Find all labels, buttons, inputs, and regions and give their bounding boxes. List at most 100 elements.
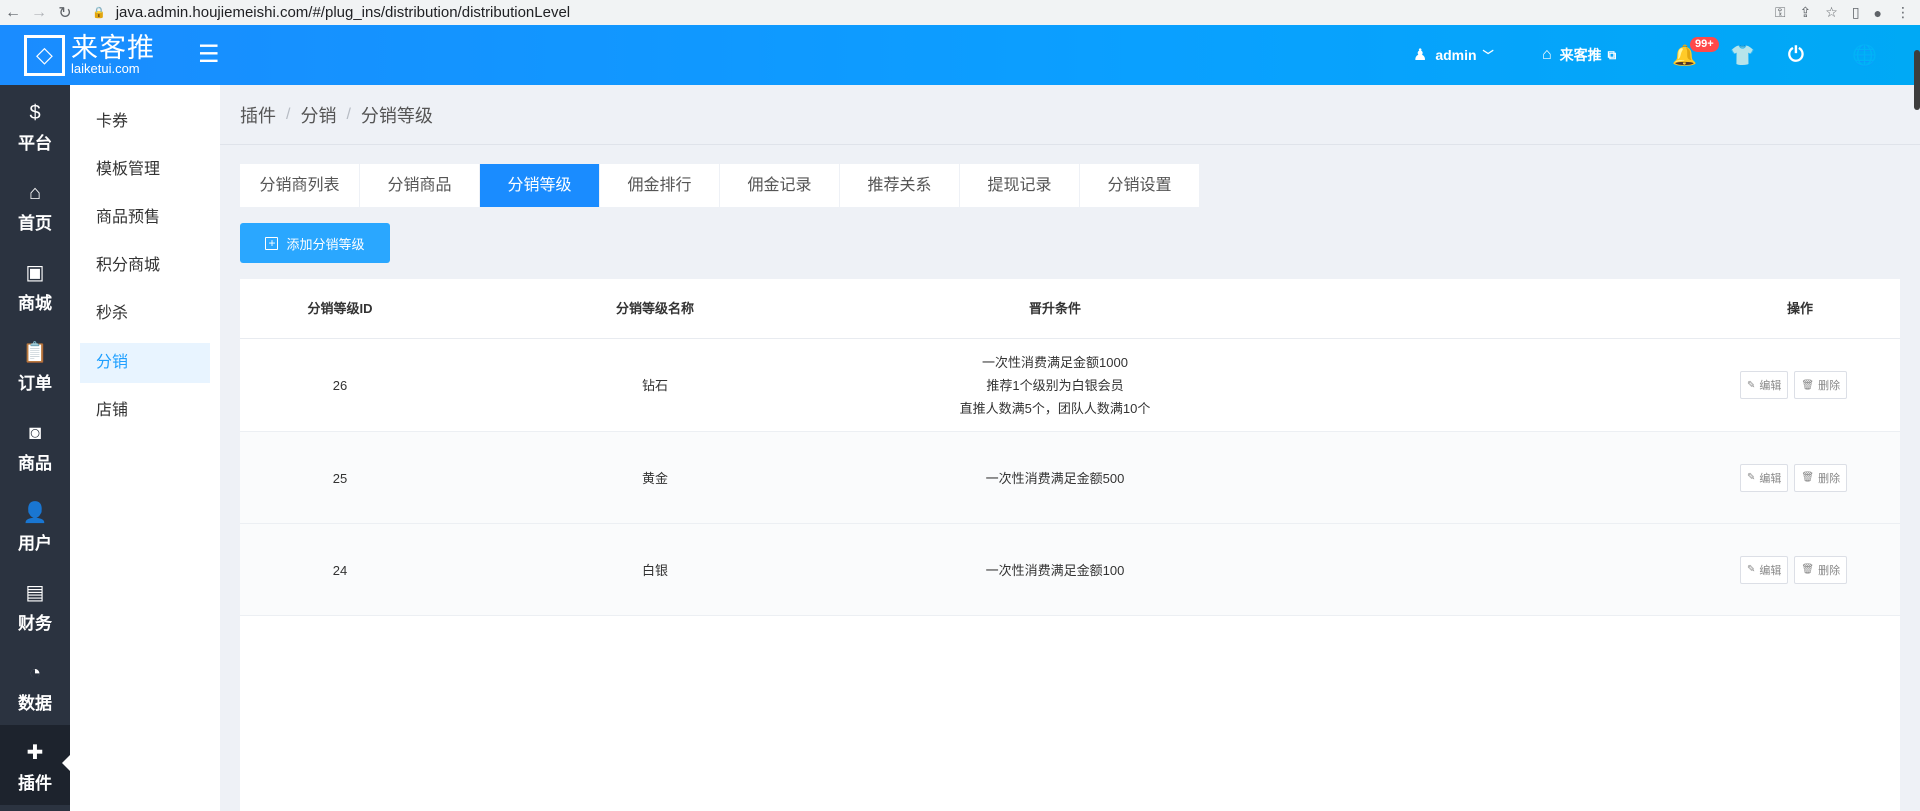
nav-home[interactable]: ⌂ 首页 (0, 165, 70, 245)
tab-withdrawal-records[interactable]: 提现记录 (960, 164, 1080, 207)
profile-icon[interactable]: ● (1874, 5, 1882, 21)
promotion-conditions: 一次性消费满足金额500 (555, 432, 1555, 524)
tab-referral-relations[interactable]: 推荐关系 (840, 164, 960, 207)
lock-icon: 🔒 (92, 7, 106, 19)
subnav-coupons[interactable]: 卡券 (80, 102, 210, 142)
nav-label: 首页 (18, 214, 52, 233)
logo-title: 来客推 (71, 33, 155, 63)
subnav-flash-sale[interactable]: 秒杀 (80, 294, 210, 334)
delete-button[interactable]: 🗑 删除 (1794, 555, 1848, 584)
chevron-down-icon: ﹀ (1482, 50, 1494, 62)
delete-button[interactable]: 🗑 删除 (1794, 463, 1848, 492)
subnav-templates[interactable]: 模板管理 (80, 150, 210, 190)
key-icon[interactable]: ⚿ (1775, 4, 1786, 21)
tab-commission-records[interactable]: 佣金记录 (720, 164, 840, 207)
nav-data[interactable]: ◔ 数据 (0, 645, 70, 725)
table-header: 分销等级ID 分销等级名称 晋升条件 操作 (240, 279, 1900, 339)
nav-products[interactable]: ◙ 商品 (0, 405, 70, 485)
breadcrumb: 插件 / 分销 / 分销等级 (220, 85, 1920, 145)
nav-label: 财务 (18, 614, 52, 633)
store-label: 来客推 (1559, 47, 1602, 63)
trash-icon: 🗑 (1801, 379, 1815, 391)
edit-label: 编辑 (1759, 472, 1782, 485)
subnav-points-mall[interactable]: 积分商城 (80, 246, 210, 286)
store-link[interactable]: ⌂ 来客推 ⧉ (1542, 25, 1616, 85)
trash-icon: 🗑 (1801, 564, 1815, 575)
tab-distributor-list[interactable]: 分销商列表 (240, 164, 360, 207)
nav-orders[interactable]: 📋 订单 (0, 325, 70, 405)
theme-button[interactable]: 👕 (1730, 25, 1763, 85)
breadcrumb-item[interactable]: 分销 (300, 102, 336, 128)
external-link-icon: ⧉ (1607, 47, 1617, 62)
avatar-icon: ♟ (1413, 47, 1428, 64)
table-row: 24 白银 一次性消费满足金额100 ✎ 编辑 🗑 删除 (240, 524, 1900, 616)
shirt-icon: 👕 (1730, 44, 1755, 67)
logo[interactable]: ◇ 来客推 laiketui.com (24, 34, 155, 76)
reload-icon[interactable]: ↻ (52, 3, 78, 23)
condition-line: 推荐1个级别为白银会员 (986, 378, 1124, 393)
clipboard-icon: 📋 (22, 342, 48, 364)
bag-icon: ◙ (28, 422, 42, 444)
more-icon[interactable]: ⋮ (1896, 4, 1910, 21)
tab-distribution-products[interactable]: 分销商品 (360, 164, 480, 207)
user-icon: 👤 (22, 502, 48, 524)
language-button[interactable]: 🌐 (1852, 25, 1885, 85)
scrollbar-indicator[interactable] (1914, 50, 1920, 110)
tab-commission-ranking[interactable]: 佣金排行 (600, 164, 720, 207)
top-header: ◇ 来客推 laiketui.com ☰ ♟ admin ﹀ ⌂ 来客推 ⧉ 🔔… (0, 25, 1920, 85)
nav-plugins[interactable]: ✚ 插件 (0, 725, 70, 805)
nav-label: 商品 (18, 454, 52, 473)
share-icon[interactable]: ⇪ (1800, 4, 1812, 21)
logout-button[interactable]: ⏻ (1788, 25, 1812, 85)
plus-square-icon: + (265, 236, 279, 250)
user-name: admin (1435, 47, 1477, 63)
delete-button[interactable]: 🗑 删除 (1794, 371, 1848, 399)
condition-line: 一次性消费满足金额100 (985, 562, 1125, 578)
wallet-icon: ▤ (25, 582, 45, 604)
sidepanel-icon[interactable]: ▯ (1852, 4, 1860, 21)
edit-button[interactable]: ✎ 编辑 (1740, 371, 1789, 399)
nav-label: 商城 (18, 294, 52, 313)
subnav-distribution[interactable]: 分销 (80, 343, 210, 383)
back-icon[interactable]: ← (0, 4, 26, 22)
column-header: 分销等级ID (307, 301, 373, 316)
row-actions: ✎ 编辑 🗑 删除 (1740, 432, 1848, 523)
delete-label: 删除 (1818, 564, 1841, 577)
user-menu[interactable]: ♟ admin ﹀ (1413, 25, 1494, 85)
tab-distribution-settings[interactable]: 分销设置 (1080, 164, 1200, 207)
edit-button[interactable]: ✎ 编辑 (1740, 463, 1789, 492)
edit-icon: ✎ (1747, 379, 1756, 391)
level-id: 26 (332, 378, 348, 393)
row-actions: ✎ 编辑 🗑 删除 (1740, 524, 1848, 615)
notifications-button[interactable]: 🔔 99+ (1672, 25, 1719, 85)
level-id: 24 (332, 562, 348, 578)
nav-mall[interactable]: ▣ 商城 (0, 245, 70, 325)
nav-platform[interactable]: $ 平台 (0, 85, 70, 165)
edit-icon: ✎ (1747, 564, 1756, 575)
delete-label: 删除 (1818, 380, 1841, 392)
tab-distribution-level[interactable]: 分销等级 (480, 164, 600, 207)
add-level-button[interactable]: + 添加分销等级 (240, 223, 390, 263)
edit-label: 编辑 (1759, 564, 1782, 577)
add-level-label: 添加分销等级 (286, 236, 365, 252)
breadcrumb-item[interactable]: 插件 (240, 102, 276, 128)
edit-button[interactable]: ✎ 编辑 (1740, 555, 1789, 584)
home-icon: ⌂ (28, 182, 42, 204)
nav-label: 用户 (18, 534, 52, 553)
delete-label: 删除 (1818, 472, 1841, 485)
power-icon: ⏻ (1788, 43, 1804, 66)
subnav-stores[interactable]: 店铺 (80, 391, 210, 431)
secondary-sidebar: 卡券 模板管理 商品预售 积分商城 秒杀 分销 店铺 (70, 85, 220, 811)
menu-toggle-icon[interactable]: ☰ (198, 40, 220, 69)
notification-badge: 99+ (1690, 37, 1719, 52)
column-header: 操作 (1786, 301, 1813, 316)
pie-chart-icon: ◔ (28, 662, 42, 684)
subnav-presale[interactable]: 商品预售 (80, 198, 210, 238)
address-bar[interactable]: java.admin.houjiemeishi.com/#/plug_ins/d… (116, 4, 570, 21)
row-actions: ✎ 编辑 🗑 删除 (1740, 339, 1848, 431)
nav-users[interactable]: 👤 用户 (0, 485, 70, 565)
star-icon[interactable]: ☆ (1825, 4, 1838, 21)
forward-icon[interactable]: → (26, 4, 52, 22)
condition-line: 直推人数满5个，团队人数满10个 (959, 401, 1151, 416)
nav-finance[interactable]: ▤ 财务 (0, 565, 70, 645)
